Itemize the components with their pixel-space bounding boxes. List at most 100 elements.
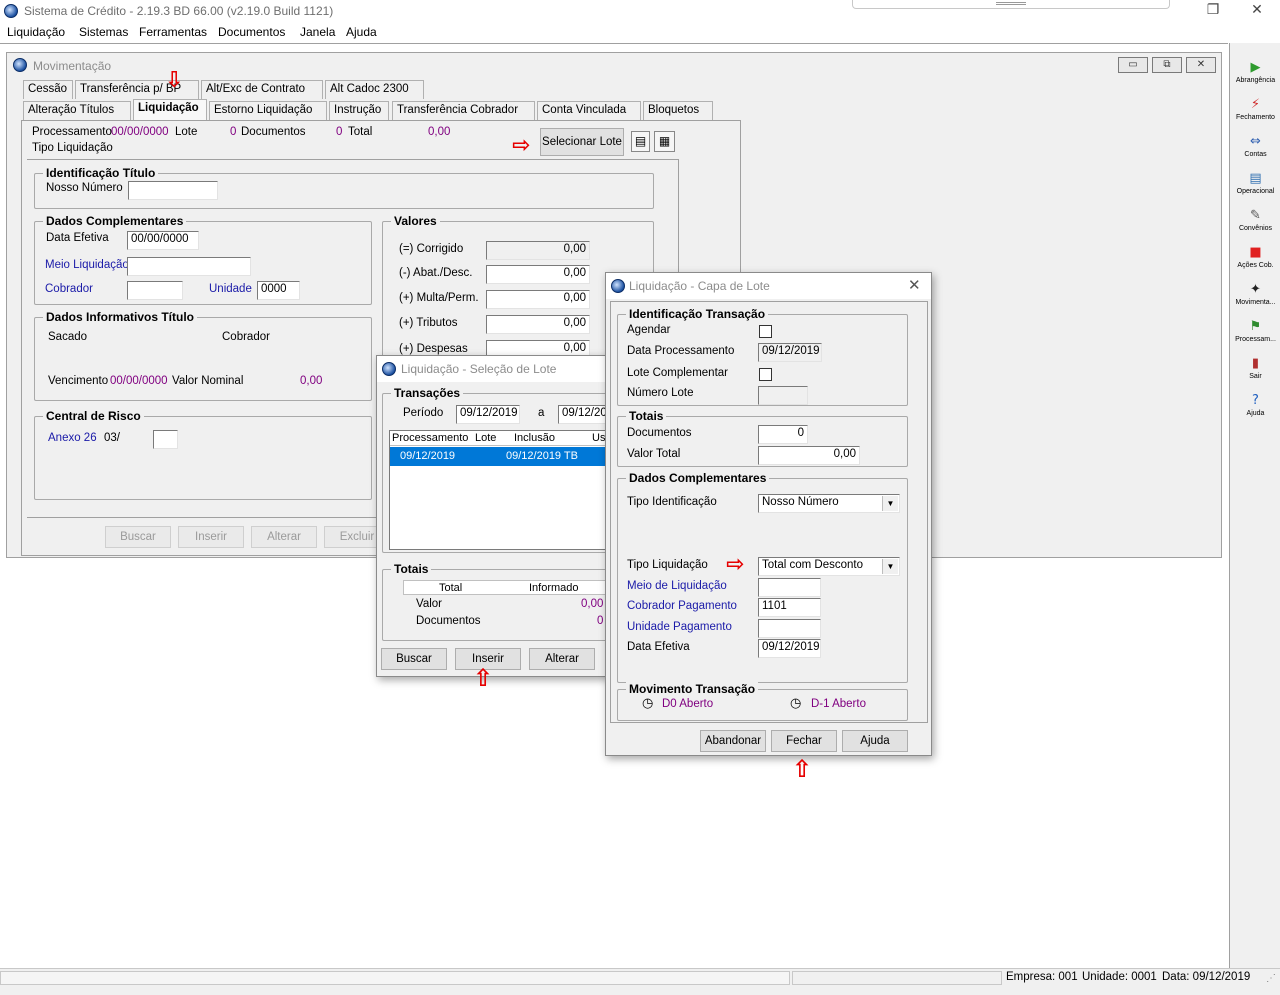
menu-ferramentas[interactable]: Ferramentas bbox=[139, 25, 207, 39]
fechar-button[interactable]: Fechar bbox=[771, 730, 837, 752]
col-usuario[interactable]: Us bbox=[592, 432, 605, 444]
restore-window-button[interactable]: ❐ bbox=[1190, 2, 1236, 18]
periodo-de-input[interactable]: 09/12/2019 bbox=[456, 405, 520, 424]
tipo-identificacao-value: Nosso Número bbox=[762, 496, 839, 508]
clock-icon: ◷ bbox=[642, 696, 654, 711]
menu-liquidacao[interactable]: Liquidação bbox=[7, 25, 65, 39]
menu-sistemas[interactable]: Sistemas bbox=[79, 25, 128, 39]
toolbar-operacional-button[interactable]: ▤ Operacional bbox=[1230, 172, 1280, 196]
unidade-pagamento-link[interactable]: Unidade Pagamento bbox=[627, 621, 732, 633]
lote-complementar-checkbox[interactable] bbox=[759, 368, 772, 381]
meio-liquidacao-input[interactable] bbox=[127, 257, 251, 276]
tab-alt-cadoc[interactable]: Alt Cadoc 2300 bbox=[325, 80, 424, 99]
cobrador-link[interactable]: Cobrador bbox=[45, 283, 93, 295]
identificacao-titulo-group: Identificação Título Nosso Número bbox=[34, 166, 654, 209]
red-square-icon: ■ bbox=[1249, 245, 1262, 260]
periodo-a-label: a bbox=[538, 407, 545, 419]
toolbar-sair-button[interactable]: ▮ Sair bbox=[1230, 357, 1280, 381]
tipo-identificacao-select[interactable]: Nosso Número ▼ bbox=[758, 494, 900, 513]
close-child-button[interactable]: ✕ bbox=[1186, 57, 1216, 73]
dados-informativos-group: Dados Informativos Título Sacado Cobrado… bbox=[34, 310, 372, 401]
dados-complementares-capa-group: Dados Complementares Tipo Identificação … bbox=[617, 471, 908, 683]
lote-value: 0 bbox=[230, 126, 237, 138]
tributos-input[interactable]: 0,00 bbox=[486, 315, 590, 334]
multa-perm-input[interactable]: 0,00 bbox=[486, 290, 590, 309]
col-inclusao[interactable]: Inclusão bbox=[514, 432, 555, 444]
tab-conta-vinculada[interactable]: Conta Vinculada bbox=[537, 101, 641, 120]
calendar-icon[interactable]: ▦ bbox=[654, 131, 675, 152]
tab-bloquetos[interactable]: Bloquetos bbox=[643, 101, 713, 120]
transacoes-title: Transações bbox=[391, 386, 464, 400]
menu-janela[interactable]: Janela bbox=[300, 25, 335, 39]
meio-de-liquidacao-link[interactable]: Meio de Liquidação bbox=[627, 580, 727, 592]
toolbar-ajuda-button[interactable]: ? Ajuda bbox=[1230, 394, 1280, 418]
valor-total-capa-input[interactable]: 0,00 bbox=[758, 446, 860, 465]
valor-total-capa-label: Valor Total bbox=[627, 448, 681, 460]
unidade-input[interactable]: 0000 bbox=[257, 281, 300, 300]
data-efetiva-capa-input[interactable]: 09/12/2019 bbox=[758, 639, 821, 658]
tab-liquidacao[interactable]: Liquidação bbox=[133, 99, 207, 121]
buscar-button[interactable]: Buscar bbox=[105, 526, 171, 548]
tab-estorno-liquidacao[interactable]: Estorno Liquidação bbox=[209, 101, 327, 120]
selecionar-lote-button[interactable]: Selecionar Lote bbox=[540, 128, 624, 156]
alterar-button[interactable]: Alterar bbox=[251, 526, 317, 548]
restore-child-button[interactable]: ⧉ bbox=[1152, 57, 1182, 73]
documentos-capa-input[interactable]: 0 bbox=[758, 425, 808, 444]
toolbar-movimenta-button[interactable]: ✦ Movimenta... bbox=[1230, 283, 1280, 307]
meio-de-liquidacao-input[interactable] bbox=[758, 578, 821, 597]
window-logo-icon bbox=[13, 58, 27, 72]
table-row[interactable]: 09/12/2019 09/12/2019 TB bbox=[390, 447, 618, 466]
agendar-checkbox[interactable] bbox=[759, 325, 772, 338]
red-arrow-up-icon: ⇧ bbox=[473, 664, 494, 692]
movimento-transacao-group: Movimento Transação ◷ D0 Aberto ◷ D-1 Ab… bbox=[617, 682, 908, 721]
toolbar-a-es-cob-button[interactable]: ■ Ações Cob. bbox=[1230, 245, 1280, 270]
toolbar-abrang-ncia-button[interactable]: ▶ Abrangência bbox=[1230, 61, 1280, 85]
processamento-label: Processamento bbox=[32, 126, 112, 138]
inserir-button[interactable]: Inserir bbox=[178, 526, 244, 548]
nosso-numero-input[interactable] bbox=[128, 181, 218, 200]
lotes-grid: Processamento Lote Inclusão Us 09/12/201… bbox=[389, 430, 619, 550]
close-dialog-icon[interactable]: ✕ bbox=[908, 276, 921, 294]
tab-instrucao[interactable]: Instrução bbox=[329, 101, 389, 120]
menu-ajuda[interactable]: Ajuda bbox=[346, 25, 377, 39]
toolbar-processam-button[interactable]: ⚑ Processam... bbox=[1230, 320, 1280, 344]
resize-grip-icon[interactable]: ⋰ bbox=[1266, 973, 1276, 984]
col-lote[interactable]: Lote bbox=[475, 432, 496, 444]
ajuda-button[interactable]: Ajuda bbox=[842, 730, 908, 752]
toolbar-contas-button[interactable]: ⇔ Contas bbox=[1230, 135, 1280, 159]
unidade-pagamento-input[interactable] bbox=[758, 619, 821, 638]
chevron-down-icon[interactable]: ▼ bbox=[882, 496, 898, 511]
cobrador-pagamento-link[interactable]: Cobrador Pagamento bbox=[627, 600, 737, 612]
lote-buscar-button[interactable]: Buscar bbox=[381, 648, 447, 670]
data-efetiva-input[interactable]: 00/00/0000 bbox=[127, 231, 199, 250]
tab-cessao[interactable]: Cessão bbox=[23, 80, 73, 99]
cobrador-input[interactable] bbox=[127, 281, 183, 300]
dados-complementares-capa-title: Dados Complementares bbox=[626, 471, 770, 485]
numero-lote-label: Número Lote bbox=[627, 387, 694, 399]
anexo-26-link[interactable]: Anexo 26 bbox=[48, 432, 97, 444]
calculator-icon[interactable]: ▤ bbox=[631, 131, 650, 152]
tributos-label: (+) Tributos bbox=[399, 317, 458, 329]
col-processamento[interactable]: Processamento bbox=[392, 432, 468, 444]
tipo-liquidacao-select[interactable]: Total com Desconto ▼ bbox=[758, 557, 900, 576]
toolbar-conv-nios-button[interactable]: ✎ Convênios bbox=[1230, 208, 1280, 233]
meio-liquidacao-link[interactable]: Meio Liquidação bbox=[45, 259, 129, 271]
minimize-child-button[interactable]: ▭ bbox=[1118, 57, 1148, 73]
toolbar-fechamento-button[interactable]: ⚡ Fechamento bbox=[1230, 98, 1280, 122]
anexo-input[interactable] bbox=[153, 430, 178, 449]
lote-alterar-button[interactable]: Alterar bbox=[529, 648, 595, 670]
edit-document-icon: ✎ bbox=[1250, 208, 1261, 223]
menu-documentos[interactable]: Documentos bbox=[218, 25, 285, 39]
tab-alt-exc-contrato[interactable]: Alt/Exc de Contrato bbox=[201, 80, 323, 99]
abandonar-button[interactable]: Abandonar bbox=[700, 730, 766, 752]
corrigido-value: 0,00 bbox=[486, 241, 590, 260]
tab-alteracao-titulos[interactable]: Alteração Títulos bbox=[23, 101, 131, 120]
tab-transferencia-cobrador[interactable]: Transferência Cobrador bbox=[392, 101, 535, 120]
close-window-button[interactable]: ✕ bbox=[1234, 2, 1280, 18]
cobrador-pagamento-input[interactable]: 1101 bbox=[758, 598, 821, 617]
nosso-numero-label: Nosso Número bbox=[46, 182, 123, 194]
chevron-down-icon[interactable]: ▼ bbox=[882, 559, 898, 574]
totais-lote-title: Totais bbox=[391, 562, 432, 576]
unidade-link[interactable]: Unidade bbox=[209, 283, 252, 295]
abat-desc-input[interactable]: 0,00 bbox=[486, 265, 590, 284]
